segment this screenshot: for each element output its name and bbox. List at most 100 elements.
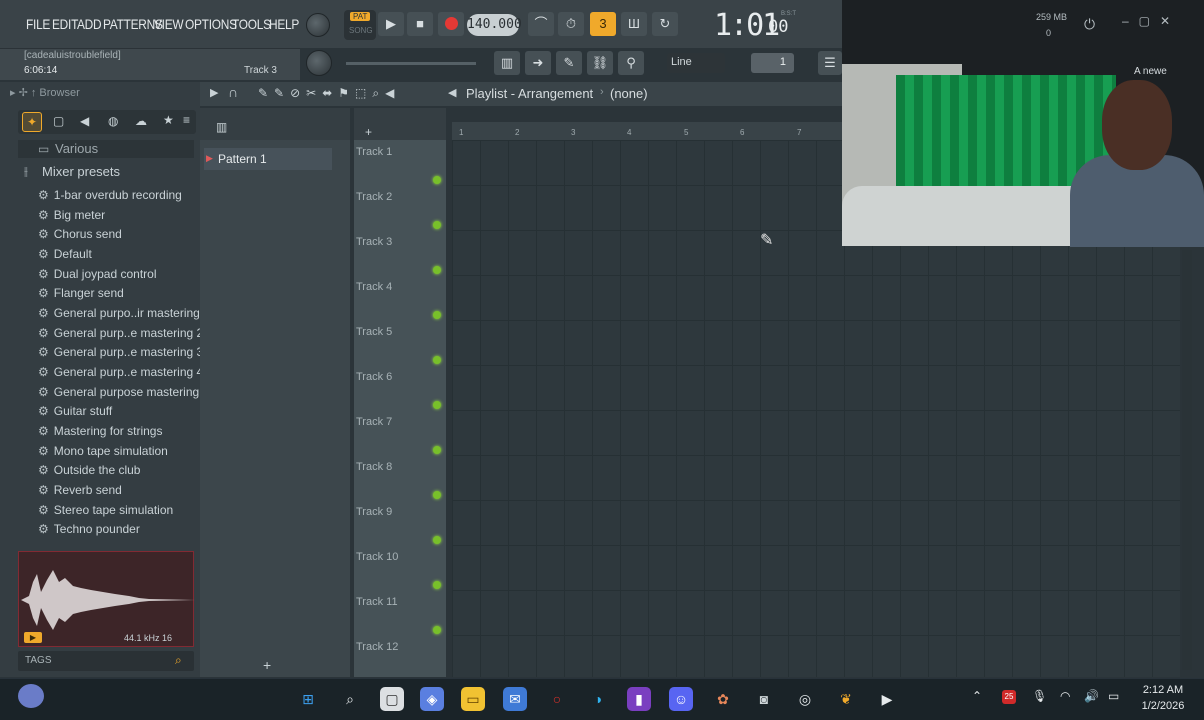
- database-icon[interactable]: ◍: [108, 114, 118, 128]
- search-icon[interactable]: ⌕: [338, 687, 362, 711]
- list-item[interactable]: ⚙ Big meter: [38, 208, 105, 222]
- edge-icon[interactable]: ◑: [586, 687, 610, 711]
- track-mute-led[interactable]: [433, 401, 441, 409]
- list-item[interactable]: ⚙ Reverb send: [38, 483, 122, 497]
- wifi-icon[interactable]: ◠: [1060, 689, 1070, 703]
- track-label[interactable]: Track 4: [356, 281, 392, 293]
- playlist-menu-icon[interactable]: ▶: [210, 86, 218, 99]
- windows-start-icon[interactable]: ⊞: [296, 687, 320, 711]
- list-item[interactable]: ⚙ Mastering for strings: [38, 424, 162, 438]
- list-item[interactable]: ⚙ General purpose mastering: [38, 385, 199, 399]
- search-icon[interactable]: ⌕: [175, 653, 182, 668]
- track-mute-led[interactable]: [433, 266, 441, 274]
- master-volume-knob[interactable]: [306, 13, 330, 37]
- track-mute-led[interactable]: [433, 581, 441, 589]
- list-item[interactable]: ⚙ Dual joypad control: [38, 267, 157, 281]
- timeline-ruler[interactable]: [452, 122, 842, 140]
- game-icon[interactable]: ✿: [711, 687, 735, 711]
- track-label[interactable]: Track 5: [356, 326, 392, 338]
- track-label[interactable]: Track 10: [356, 551, 398, 563]
- browser-tabs[interactable]: ✦ ▢ ◀ ◍ ☁ ★ ≡: [18, 110, 196, 134]
- opera-icon[interactable]: ○: [545, 687, 569, 711]
- add-track-icon[interactable]: +: [365, 125, 372, 139]
- list-item[interactable]: ⚙ Chorus send: [38, 227, 122, 241]
- loop-record-icon[interactable]: ↻: [652, 12, 678, 36]
- list-item[interactable]: ⚙ Guitar stuff: [38, 404, 112, 418]
- battery-icon[interactable]: ▭: [1108, 689, 1119, 703]
- track-label[interactable]: Track 8: [356, 461, 392, 473]
- metronome-icon[interactable]: ⌒: [528, 12, 554, 36]
- track-label[interactable]: Track 11: [356, 596, 398, 608]
- track-mute-led[interactable]: [433, 356, 441, 364]
- menu-add[interactable]: ADD: [77, 16, 102, 32]
- track-label[interactable]: Track 1: [356, 146, 392, 158]
- chevron-up-icon[interactable]: ⌃: [972, 689, 982, 703]
- list-item[interactable]: ⚙ General purp..e mastering 4: [38, 365, 203, 379]
- vertical-scrollbar[interactable]: [1182, 250, 1192, 670]
- track-label[interactable]: Track 6: [356, 371, 392, 383]
- list-item[interactable]: ⚙ 1-bar overdub recording: [38, 188, 182, 202]
- file-explorer-icon[interactable]: ▭: [461, 687, 485, 711]
- mixer-icon[interactable]: ☰: [818, 51, 842, 75]
- section-mixer-presets[interactable]: Mixer presets: [42, 164, 120, 179]
- step-selector[interactable]: 1: [751, 53, 794, 73]
- track-label[interactable]: Track 7: [356, 416, 392, 428]
- countdown-icon[interactable]: 3: [590, 12, 616, 36]
- plugin-icon[interactable]: ◀: [80, 114, 89, 128]
- all-icon[interactable]: ✦: [22, 112, 42, 132]
- list-item[interactable]: ⚙ General purp..e mastering 3: [38, 345, 203, 359]
- add-pattern-icon[interactable]: +: [263, 657, 271, 673]
- copilot-icon[interactable]: ◈: [420, 687, 444, 711]
- pitch-knob[interactable]: [306, 50, 332, 76]
- snap-selector[interactable]: Line: [667, 53, 725, 73]
- menu-icon[interactable]: ≡: [183, 113, 190, 127]
- play-button[interactable]: ▶: [378, 12, 404, 36]
- menu-view[interactable]: VIEW: [154, 16, 184, 32]
- preview-play-icon[interactable]: ▶: [24, 632, 42, 643]
- taskbar-time[interactable]: 2:12 AM: [1140, 684, 1186, 696]
- list-item[interactable]: ⚙ Outside the club: [38, 463, 140, 477]
- cloud-icon[interactable]: ☁: [135, 114, 147, 128]
- menu-file[interactable]: FILE: [26, 16, 50, 32]
- notification-badge[interactable]: 25: [1002, 690, 1016, 704]
- piano-icon[interactable]: ▥: [216, 120, 227, 134]
- track-mute-led[interactable]: [433, 176, 441, 184]
- track-mute-led[interactable]: [433, 221, 441, 229]
- mail-icon[interactable]: ✉: [503, 687, 527, 711]
- record-button[interactable]: [438, 12, 464, 36]
- list-item[interactable]: ⚙ Default: [38, 247, 92, 261]
- discord-icon[interactable]: ☺: [669, 687, 693, 711]
- list-item[interactable]: ⚙ General purp..e mastering 2: [38, 326, 203, 340]
- track-mute-led[interactable]: [433, 491, 441, 499]
- media-player-icon[interactable]: ▶: [875, 687, 899, 711]
- blend-notes-icon[interactable]: Ш: [621, 12, 647, 36]
- clipchamp-icon[interactable]: ▮: [627, 687, 651, 711]
- track-label[interactable]: Track 12: [356, 641, 398, 653]
- list-item[interactable]: ⚙ Techno pounder: [38, 522, 140, 536]
- menu-tools[interactable]: TOOLS: [232, 16, 271, 32]
- tempo-display[interactable]: 140.000: [467, 14, 522, 36]
- track-label[interactable]: Track 3: [356, 236, 392, 248]
- pencil-tool-icon[interactable]: ✎: [556, 51, 582, 75]
- pattern-selector[interactable]: (none): [610, 86, 648, 101]
- arrow-icon[interactable]: ➜: [525, 51, 551, 75]
- stop-button[interactable]: ■: [407, 12, 433, 36]
- taskbar-date[interactable]: 1/2/2026: [1138, 700, 1188, 712]
- volume-icon[interactable]: 🔊: [1084, 689, 1099, 703]
- window-controls[interactable]: –▢✕: [1122, 14, 1180, 28]
- magnet-icon[interactable]: ∩: [228, 84, 238, 100]
- track-label[interactable]: Track 2: [356, 191, 392, 203]
- star-icon[interactable]: ★: [163, 113, 174, 127]
- track-mute-led[interactable]: [433, 626, 441, 634]
- list-item[interactable]: ⚙ Mono tape simulation: [38, 444, 168, 458]
- camera-icon[interactable]: ◙: [752, 687, 776, 711]
- stamp-icon[interactable]: ⚲: [618, 51, 644, 75]
- menu-edit[interactable]: EDIT: [52, 16, 78, 32]
- microphone-icon[interactable]: 🎙: [1032, 689, 1047, 703]
- menu-help[interactable]: HELP: [269, 16, 299, 32]
- track-mute-led[interactable]: [433, 446, 441, 454]
- link-icon[interactable]: ⛓: [587, 51, 613, 75]
- fl-studio-icon[interactable]: ❦: [834, 687, 858, 711]
- playlist-arrow-icon[interactable]: ◀: [448, 86, 456, 99]
- piano-roll-icon[interactable]: ▥: [494, 51, 520, 75]
